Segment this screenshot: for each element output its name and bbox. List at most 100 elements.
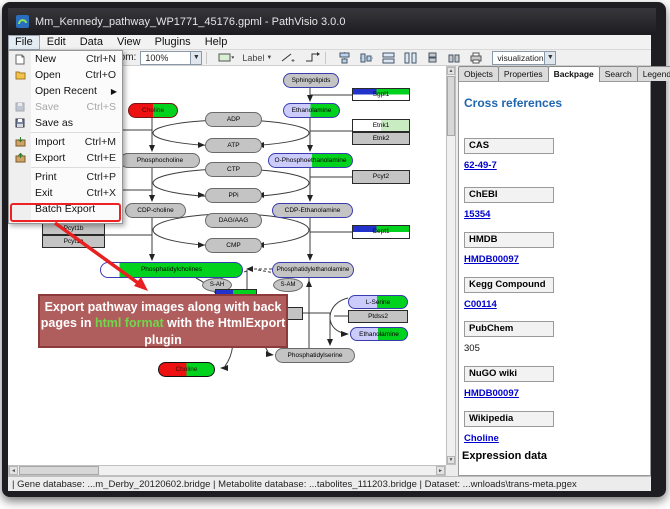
connector-tool-button[interactable] (303, 51, 321, 65)
import-icon (9, 137, 31, 147)
sidebar-tabs: Objects Properties Backpage Search Legen… (458, 66, 670, 81)
tab-backpage[interactable]: Backpage (548, 66, 600, 82)
menu-help[interactable]: Help (198, 35, 235, 50)
menu-item-save[interactable]: Save Ctrl+S (9, 99, 122, 115)
node-cmp[interactable]: CMP (205, 238, 262, 253)
xref-title-pubchem: PubChem (464, 321, 554, 337)
node-phosphocholine[interactable]: Phosphocholine (120, 153, 200, 168)
menu-item-new[interactable]: New Ctrl+N (9, 51, 122, 67)
kegg-link[interactable]: C00114 (464, 299, 497, 310)
menu-edit[interactable]: Edit (40, 35, 73, 50)
node-ppi[interactable]: PPi (205, 188, 262, 203)
cas-link[interactable]: 62-49-7 (464, 160, 497, 171)
canvas-vertical-scrollbar[interactable]: ▲ ▼ (446, 66, 456, 465)
node-choline-top[interactable]: Choline (128, 103, 178, 118)
common-width-icon[interactable] (380, 51, 396, 65)
node-ctp[interactable]: CTP (205, 162, 262, 177)
chevron-down-icon[interactable]: ▼ (544, 52, 555, 64)
menu-view[interactable]: View (110, 35, 148, 50)
status-text: | Gene database: ...m_Derby_20120602.bri… (12, 479, 577, 490)
node-o-phosphoethanolamine[interactable]: O-Phosphoethanolamine (268, 153, 353, 168)
menu-item-export[interactable]: Export Ctrl+E (9, 150, 122, 166)
cross-references-heading: Cross references (464, 96, 562, 110)
tab-properties[interactable]: Properties (498, 66, 549, 81)
align-center-x-icon[interactable] (336, 51, 352, 65)
wikipedia-link[interactable]: Choline (464, 433, 499, 444)
status-bar: | Gene database: ...m_Derby_20120602.bri… (8, 476, 651, 491)
save-disk-icon (9, 102, 31, 112)
zoom-combobox[interactable]: 100% ▼ (140, 51, 202, 65)
node-ethanolamine-top[interactable]: Ethanolamine (283, 103, 340, 118)
print-icon[interactable] (468, 51, 484, 65)
nugo-link[interactable]: HMDB00097 (464, 388, 519, 399)
tab-search[interactable]: Search (599, 66, 638, 81)
node-adp[interactable]: ADP (205, 112, 262, 127)
save-as-disk-icon (9, 118, 31, 128)
menu-data[interactable]: Data (73, 35, 110, 50)
xref-title-chebi: ChEBI (464, 187, 554, 203)
node-pcyt2[interactable]: Pcyt2 (352, 170, 410, 184)
stack-horizontal-icon[interactable] (446, 51, 462, 65)
canvas-horizontal-scrollbar[interactable]: ◄ ► (8, 465, 446, 476)
title-bar[interactable]: Mm_Kennedy_pathway_WP1771_45176.gpml - P… (8, 8, 656, 35)
scroll-right-icon[interactable]: ► (436, 466, 445, 475)
node-atp[interactable]: ATP (205, 138, 262, 153)
tab-objects[interactable]: Objects (458, 66, 499, 81)
scroll-down-icon[interactable]: ▼ (447, 456, 455, 464)
node-phosphatidylethanolamine[interactable]: Phosphatidylethanolamine (272, 262, 354, 278)
tab-legend[interactable]: Legend (637, 66, 670, 81)
xref-value-wikipedia: Choline (464, 433, 499, 444)
menu-item-open[interactable]: Open Ctrl+O (9, 67, 122, 83)
export-icon (9, 153, 31, 163)
node-sphingolipids[interactable]: Sphingolipids (283, 73, 339, 88)
node-phosphatidylcholines[interactable]: Phosphatidylcholines (100, 262, 243, 278)
node-pcyt1a[interactable]: Pcyt1a (42, 235, 105, 248)
common-height-icon[interactable] (402, 51, 418, 65)
node-dag-aag[interactable]: DAG/AAG (205, 213, 262, 228)
scroll-up-icon[interactable]: ▲ (447, 67, 455, 75)
scroll-thumb[interactable] (447, 76, 455, 136)
node-phosphatidylserine[interactable]: Phosphatidylserine (275, 348, 355, 363)
node-l-serine[interactable]: L-Serine (348, 295, 408, 309)
submenu-arrow-icon: ▶ (111, 87, 117, 96)
menu-item-open-recent[interactable]: Open Recent ▶ (9, 83, 122, 99)
node-sam[interactable]: S-AM (273, 278, 303, 292)
visualization-combobox[interactable]: visualization ▼ (492, 51, 556, 65)
scroll-thumb[interactable] (19, 466, 99, 475)
chevron-down-icon[interactable]: ▼ (190, 52, 201, 64)
menu-item-exit[interactable]: Exit Ctrl+X (9, 185, 122, 201)
node-etnk1[interactable]: Etnk1 (352, 119, 410, 132)
xref-value-chebi: 15354 (464, 209, 490, 220)
node-etnk2[interactable]: Etnk2 (352, 132, 410, 145)
pathvisio-app-icon (16, 15, 29, 28)
node-cdp-choline[interactable]: CDP-choline (125, 203, 186, 218)
menu-item-save-as[interactable]: Save as (9, 115, 122, 131)
scroll-left-icon[interactable]: ◄ (9, 466, 18, 475)
chebi-link[interactable]: 15354 (464, 209, 490, 220)
screenshot-root: Mm_Kennedy_pathway_WP1771_45176.gpml - P… (0, 0, 670, 509)
xref-title-nugo: NuGO wiki (464, 366, 554, 382)
gene-datanode-tool-button[interactable] (217, 51, 235, 65)
menu-file[interactable]: File (8, 35, 40, 50)
node-ptdss2[interactable]: Ptdss2 (348, 310, 408, 323)
xref-title-wikipedia: Wikipedia (464, 411, 554, 427)
xref-value-cas: 62-49-7 (464, 160, 497, 171)
menu-item-print[interactable]: Print Ctrl+P (9, 169, 122, 185)
label-tool-button[interactable]: Label▼ (241, 51, 273, 65)
xref-title-kegg: Kegg Compound (464, 277, 554, 293)
node-sgpl1[interactable]: Sgpl1 (352, 88, 410, 101)
file-menu-dropdown: New Ctrl+N Open Ctrl+O Open Recent ▶ Sav… (8, 50, 123, 224)
menu-plugins[interactable]: Plugins (148, 35, 198, 50)
xref-title-cas: CAS (464, 138, 554, 154)
node-ethanolamine-bottom[interactable]: Ethanolamine (350, 327, 408, 341)
node-cdp-ethanolamine[interactable]: CDP-Ethanolamine (272, 203, 353, 218)
line-tool-button[interactable] (279, 51, 297, 65)
node-choline-bottom-selected[interactable]: Choline (158, 362, 215, 377)
hmdb-link[interactable]: HMDB00097 (464, 254, 519, 265)
node-cept1[interactable]: Cept1 (352, 225, 410, 239)
menu-item-import[interactable]: Import Ctrl+M (9, 134, 122, 150)
annotation-highlight: html format (95, 316, 164, 330)
align-center-y-icon[interactable] (358, 51, 374, 65)
stack-vertical-icon[interactable] (424, 51, 440, 65)
annotation-callout: Export pathway images along with back pa… (38, 294, 288, 348)
